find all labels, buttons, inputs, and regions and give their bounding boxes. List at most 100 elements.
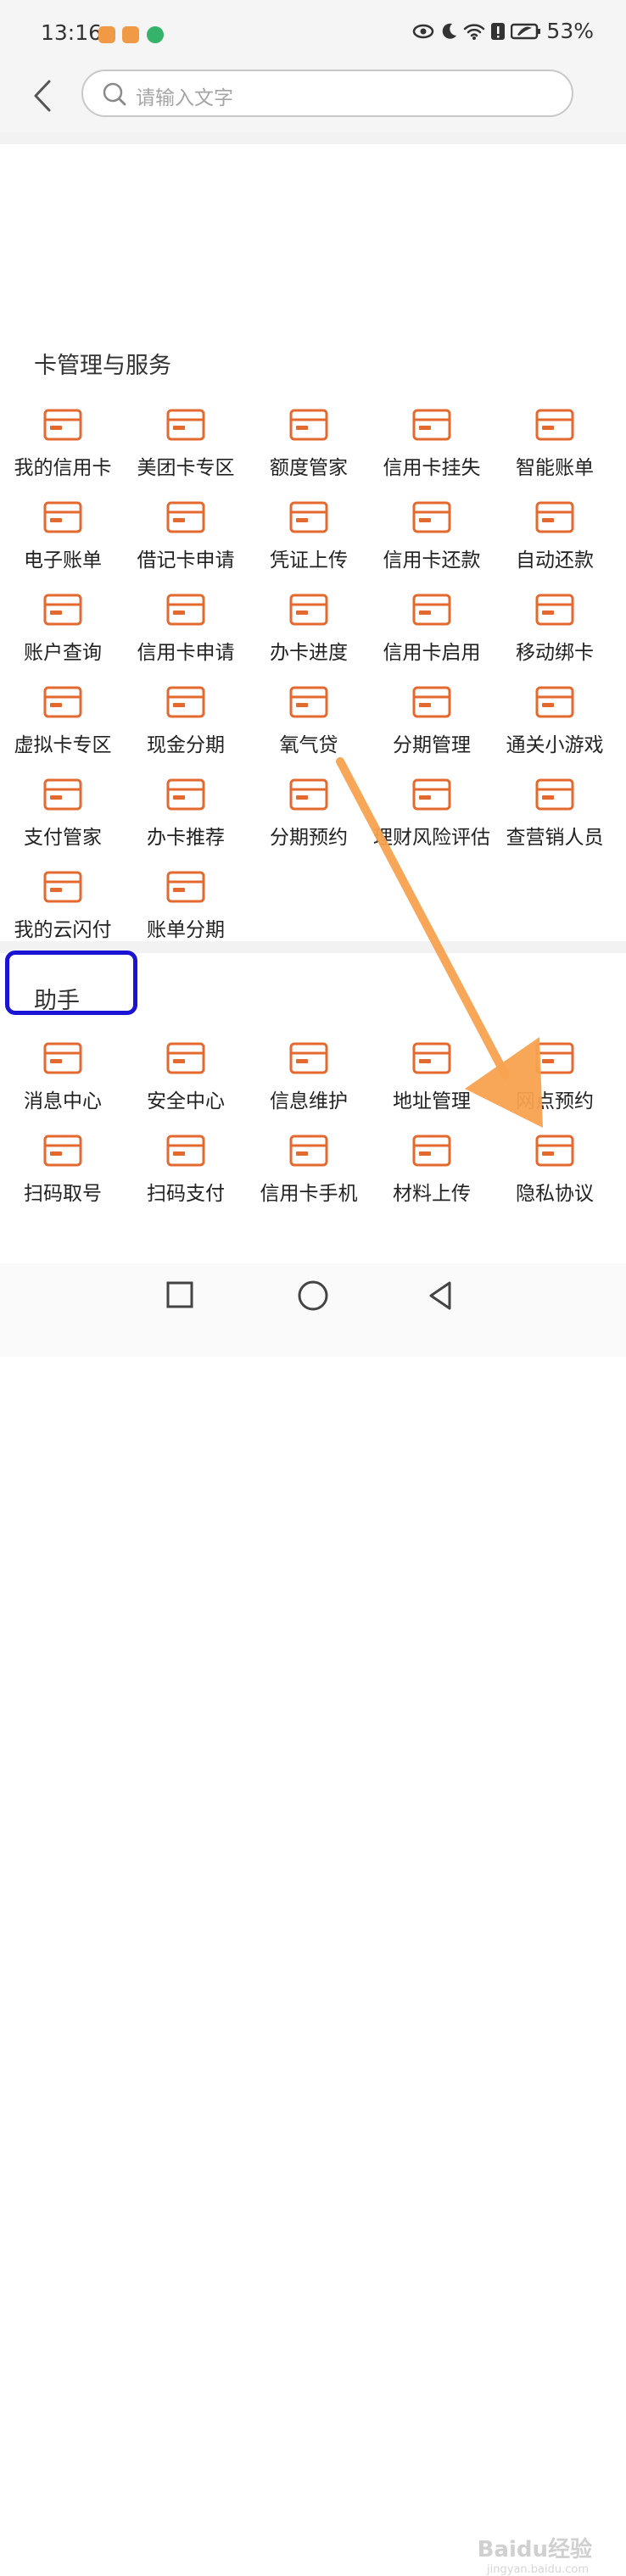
home-button[interactable]: [292, 1274, 334, 1317]
grid-item-info-edit[interactable]: 信息维护: [246, 1036, 372, 1129]
grid-item-risk-assessment[interactable]: 理财风险评估: [369, 772, 495, 865]
grid-item-oxygen-loan[interactable]: 氧气贷: [246, 680, 372, 772]
grid-item-security-shield[interactable]: 安全中心: [123, 1036, 249, 1129]
grid-item-label: 借记卡申请: [137, 549, 235, 572]
grid-item-installment-manage[interactable]: 分期管理: [369, 680, 495, 772]
message-icon: [41, 1036, 85, 1080]
security-shield-icon: [164, 1036, 208, 1080]
grid-item-account-query[interactable]: 账户查询: [0, 588, 126, 680]
search-input[interactable]: 请输入文字: [81, 70, 573, 117]
grid-item-label: 扫码取号: [24, 1183, 102, 1205]
upload-cycle-icon: [287, 495, 331, 539]
card-services-grid: 我的信用卡 美团卡专区 额度管家 信用卡挂失 智能账单电子账单 借记卡申请 凭证上传 信用卡还…: [0, 403, 626, 945]
alert-icon: [491, 22, 506, 40]
grid-item-label: 安全中心: [147, 1090, 225, 1112]
grid-item-card-progress[interactable]: 办卡进度: [246, 588, 372, 680]
auto-repay-icon: [533, 495, 577, 539]
grid-item-label: 分期管理: [393, 734, 471, 756]
card-progress-icon: [287, 588, 331, 632]
grid-item-label: 移动绑卡: [516, 642, 594, 664]
grid-item-label: 信用卡手机: [260, 1183, 358, 1205]
grid-item-location-pin[interactable]: 网点预约: [492, 1036, 618, 1129]
cloud-pay-icon: [41, 865, 85, 909]
grid-item-card-bind[interactable]: 移动绑卡: [492, 588, 618, 680]
grid-item-label: 隐私协议: [516, 1183, 594, 1205]
grid-item-material-upload[interactable]: 材料上传: [369, 1129, 495, 1221]
grid-item-label: 额度管家: [270, 457, 348, 479]
grid-item-label: 理财风险评估: [373, 827, 490, 849]
grid-item-label: 凭证上传: [270, 549, 348, 572]
recent-apps-button[interactable]: [159, 1274, 202, 1317]
grid-item-card-activate[interactable]: 信用卡启用: [369, 588, 495, 680]
grid-item-meituan-card[interactable]: 美团卡专区: [123, 403, 249, 495]
cash-installment-icon: [164, 680, 208, 724]
e-bill-icon: [41, 495, 85, 539]
grid-item-label: 虚拟卡专区: [14, 734, 112, 756]
mgm-icon: [164, 772, 208, 817]
location-pin-icon: [533, 1036, 577, 1080]
top-bar: 请输入文字: [0, 59, 626, 132]
watermark-brand: Baidu经验: [477, 2537, 592, 2562]
scan-ticket-icon: [41, 1129, 85, 1173]
card-phone-icon: [287, 1129, 331, 1173]
grid-item-upload-cycle[interactable]: 凭证上传: [246, 495, 372, 588]
grid-item-privacy[interactable]: 隐私协议: [492, 1129, 618, 1221]
grid-item-smart-bill[interactable]: 智能账单: [492, 403, 618, 495]
credit-card-apply-icon: [164, 588, 208, 632]
grid-item-debit-card-apply[interactable]: 借记卡申请: [123, 495, 249, 588]
grid-item-label: 氧气贷: [279, 734, 338, 756]
grid-item-payment-manager[interactable]: 支付管家: [0, 772, 126, 865]
grid-item-label: 办卡进度: [270, 642, 348, 664]
grid-item-cash-installment[interactable]: 现金分期: [123, 680, 249, 772]
search-placeholder: 请输入文字: [136, 87, 233, 109]
section-title-card-services: 卡管理与服务: [34, 353, 171, 379]
grid-item-label: 查营销人员: [506, 827, 604, 849]
grid-item-mgm[interactable]: 办卡推荐: [123, 772, 249, 865]
card-bind-icon: [533, 588, 577, 632]
meituan-card-icon: [164, 403, 208, 447]
installment-booking-icon: [287, 772, 331, 817]
debit-card-apply-icon: [164, 495, 208, 539]
grid-item-auto-repay[interactable]: 自动还款: [492, 495, 618, 588]
grid-item-label: 办卡推荐: [147, 827, 225, 849]
oxygen-loan-icon: [287, 680, 331, 724]
status-bar: 13:16 53%: [0, 0, 626, 59]
grid-item-installment-booking[interactable]: 分期预约: [246, 772, 372, 865]
grid-item-game[interactable]: 通关小游戏: [492, 680, 618, 772]
address-icon: [410, 1036, 454, 1080]
grid-item-virtual-card[interactable]: 虚拟卡专区: [0, 680, 126, 772]
grid-item-label: 现金分期: [147, 734, 225, 756]
search-icon: [103, 82, 126, 106]
grid-item-credit-card[interactable]: 我的信用卡: [0, 403, 126, 495]
grid-item-scan-pay[interactable]: 扫码支付: [123, 1129, 249, 1221]
grid-item-card-repay[interactable]: 信用卡还款: [369, 495, 495, 588]
grid-item-credit-card-apply[interactable]: 信用卡申请: [123, 588, 249, 680]
status-icons: 53%: [412, 19, 594, 43]
grid-item-quota-shield[interactable]: 额度管家: [246, 403, 372, 495]
grid-item-card-lock[interactable]: 信用卡挂失: [369, 403, 495, 495]
grid-item-label: 通关小游戏: [506, 734, 604, 756]
grid-item-label: 扫码支付: [147, 1183, 225, 1205]
grid-item-address[interactable]: 地址管理: [369, 1036, 495, 1129]
risk-assessment-icon: [410, 772, 454, 817]
grid-item-label: 网点预约: [516, 1090, 594, 1112]
privacy-icon: [533, 1129, 577, 1173]
back-nav-button[interactable]: [421, 1274, 463, 1317]
card-repay-icon: [410, 495, 454, 539]
grid-item-message[interactable]: 消息中心: [0, 1036, 126, 1129]
grid-item-label: 我的云闪付: [14, 919, 112, 941]
grid-item-e-bill[interactable]: 电子账单: [0, 495, 126, 588]
back-button[interactable]: [22, 75, 64, 117]
grid-item-label: 信用卡启用: [383, 642, 481, 664]
wifi-icon: [464, 23, 485, 40]
grid-item-label: 信用卡挂失: [383, 457, 481, 479]
card-activate-icon: [410, 588, 454, 632]
material-upload-icon: [410, 1129, 454, 1173]
grid-item-card-phone[interactable]: 信用卡手机: [246, 1129, 372, 1221]
watermark-url: jingyan.baidu.com: [487, 2563, 589, 2576]
grid-item-sales-query[interactable]: 查营销人员: [492, 772, 618, 865]
sales-query-icon: [533, 772, 577, 817]
grid-item-label: 账户查询: [24, 642, 102, 664]
grid-item-label: 我的信用卡: [14, 457, 112, 479]
grid-item-scan-ticket[interactable]: 扫码取号: [0, 1129, 126, 1221]
